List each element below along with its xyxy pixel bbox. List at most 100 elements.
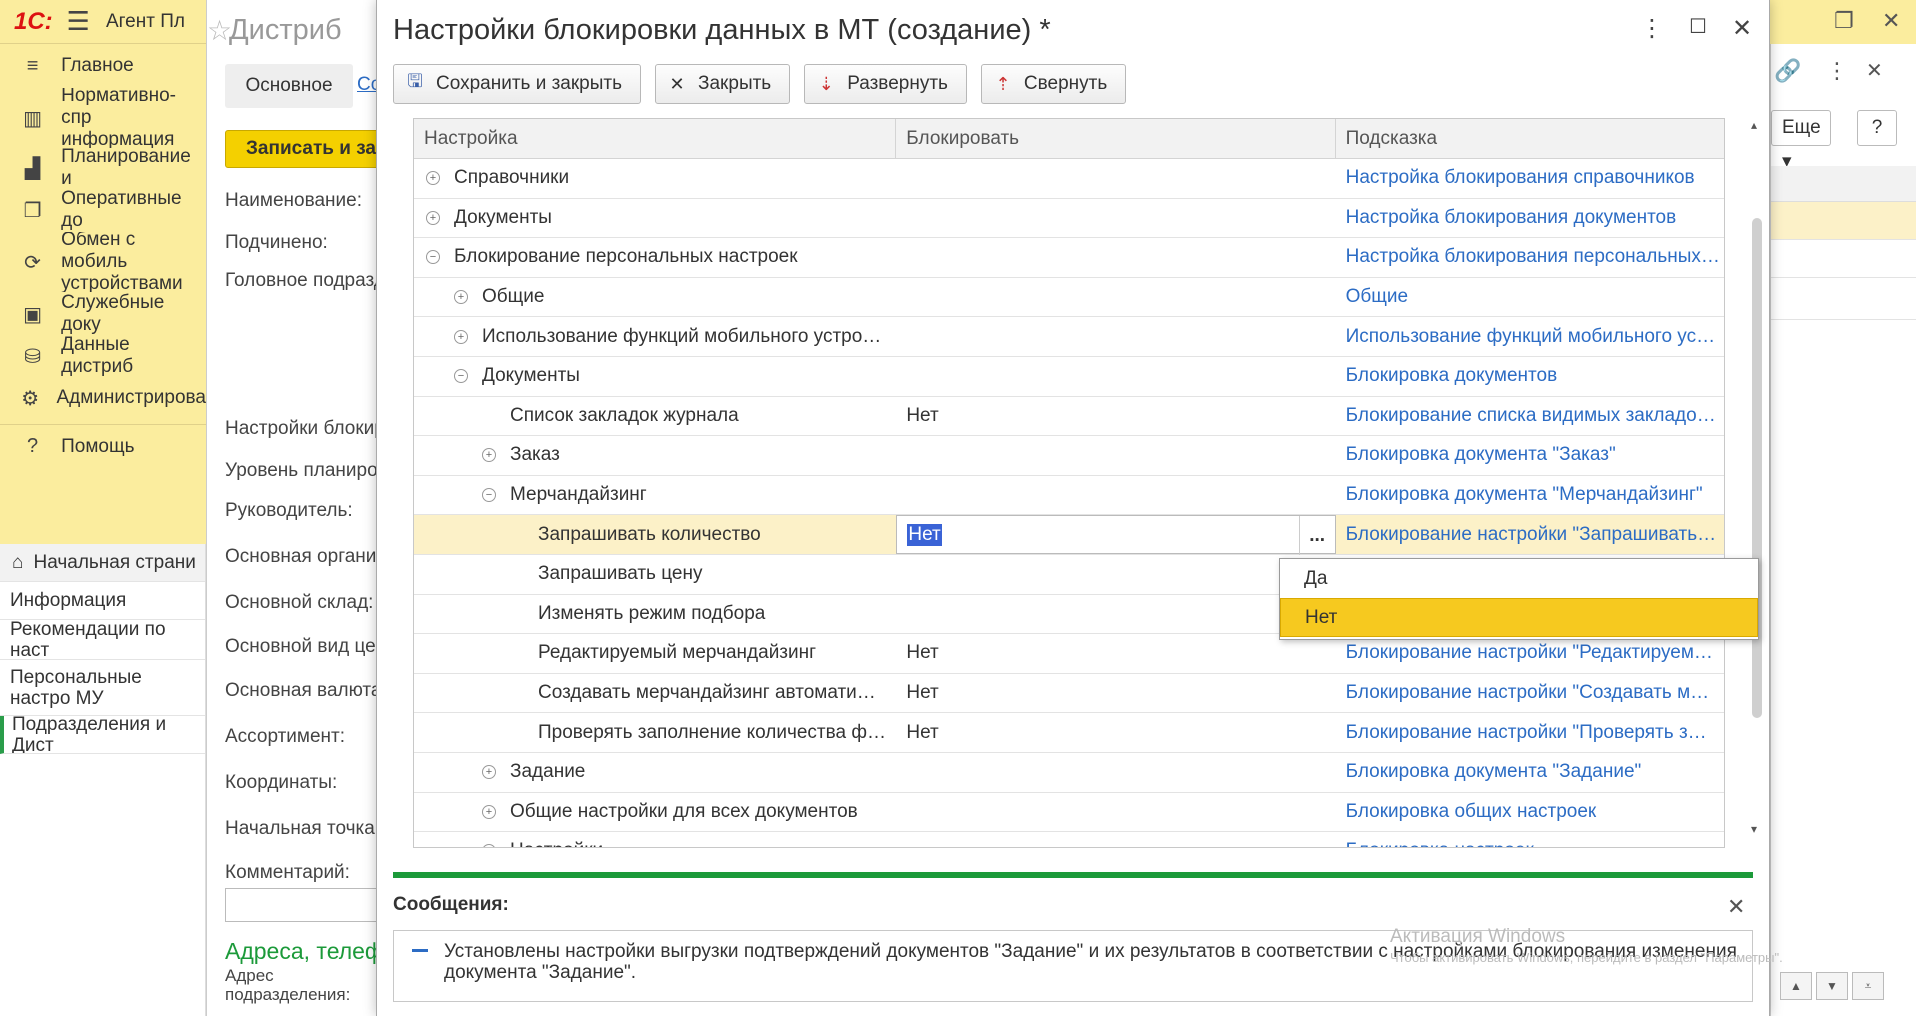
- maximize-icon[interactable]: ☐: [1683, 14, 1713, 39]
- tree-row[interactable]: + Справочники Настройка блокирования справ…: [414, 159, 1724, 199]
- collapse-button[interactable]: ⇡ Свернуть: [980, 64, 1127, 104]
- hint-link[interactable]: Настройка блокирования справочников: [1336, 159, 1724, 198]
- tree-row[interactable]: + Заказ Блокировка документа "Заказ": [414, 436, 1724, 476]
- sidebar-item[interactable]: ⟳ Обмен с мобиль устройствами: [0, 232, 206, 292]
- grid-scrollbar[interactable]: ▴ ▾: [1749, 118, 1765, 838]
- tree-row[interactable]: + Документы Настройка блокирования докумен…: [414, 199, 1724, 239]
- help-button[interactable]: ?: [1857, 110, 1897, 146]
- lock-value-cell[interactable]: Нет...: [896, 515, 1336, 556]
- column-header-hint[interactable]: Подсказка: [1336, 119, 1724, 158]
- lock-value-cell[interactable]: [896, 278, 1335, 317]
- lock-value-editor[interactable]: Нет: [907, 523, 942, 546]
- tree-row[interactable]: Список закладок журнала Нет Блокирование с…: [414, 397, 1724, 437]
- scroll-end-icon[interactable]: ⩡: [1852, 972, 1884, 1000]
- select-value-button[interactable]: ...: [1298, 516, 1335, 556]
- tree-row[interactable]: + Общие Общие: [414, 278, 1724, 318]
- comment-input[interactable]: [225, 888, 376, 922]
- hint-link[interactable]: Блокировка документов: [1336, 357, 1724, 396]
- tree-row[interactable]: + Использование функций мобильного устро……: [414, 317, 1724, 357]
- column-header-lock[interactable]: Блокировать: [896, 119, 1336, 158]
- expand-node-icon[interactable]: +: [482, 765, 496, 780]
- tree-row[interactable]: Запрашивать количество Нет... Блокирование…: [414, 515, 1724, 556]
- tree-row[interactable]: Редактируемый мерчандайзинг Нет Блокирован…: [414, 634, 1724, 674]
- right-list-row[interactable]: [1771, 240, 1916, 278]
- hint-link[interactable]: Блокировка настроек: [1336, 832, 1724, 847]
- tree-row[interactable]: − Блокирование персональных настроек Настр…: [414, 238, 1724, 278]
- dropdown-option[interactable]: Нет: [1280, 598, 1758, 637]
- tree-row[interactable]: + Настройки Блокировка настроек: [414, 832, 1724, 847]
- column-header-setting[interactable]: Настройка: [414, 119, 897, 158]
- expand-node-icon[interactable]: +: [426, 171, 440, 186]
- sidebar-item[interactable]: ≡ Главное: [0, 44, 206, 88]
- hint-link[interactable]: Блокировка документа "Мерчандайзинг": [1336, 476, 1724, 515]
- nav-item[interactable]: Персональные настро МУ: [0, 660, 205, 716]
- tab-second[interactable]: Со: [357, 74, 376, 96]
- lock-value-cell[interactable]: [896, 793, 1335, 832]
- tree-row[interactable]: − Документы Блокировка документов: [414, 357, 1724, 397]
- scroll-up-icon[interactable]: ▲: [1780, 972, 1812, 1000]
- nav-home-page[interactable]: ⌂ Начальная страни: [0, 544, 205, 582]
- close-messages-icon[interactable]: ✕: [1727, 894, 1745, 920]
- hint-link[interactable]: Настройка блокирования персональных…: [1336, 238, 1724, 277]
- tab-main[interactable]: Основное: [225, 64, 353, 108]
- nav-item[interactable]: Информация: [0, 582, 205, 620]
- lock-value-cell[interactable]: [896, 199, 1335, 238]
- tree-row[interactable]: + Общие настройки для всех документов Блок…: [414, 793, 1724, 833]
- sidebar-item[interactable]: ▟ Планирование и: [0, 148, 206, 188]
- lock-value-cell[interactable]: [896, 595, 1335, 634]
- tree-row[interactable]: Создавать мерчандайзинг автомати… Нет Блок…: [414, 674, 1724, 714]
- expand-node-icon[interactable]: +: [482, 448, 496, 463]
- sidebar-item[interactable]: ❐ Оперативные до: [0, 188, 206, 232]
- scroll-up-arrow-icon[interactable]: ▴: [1751, 118, 1757, 132]
- lock-value-cell[interactable]: Нет: [896, 397, 1335, 436]
- hint-link[interactable]: Блокировка документа "Задание": [1336, 753, 1724, 792]
- tree-row[interactable]: − Мерчандайзинг Блокировка документа "Мерч…: [414, 476, 1724, 516]
- hint-link[interactable]: Блокирование настройки "Создавать м…: [1336, 674, 1724, 713]
- lock-value-cell[interactable]: [896, 555, 1335, 594]
- right-list-selected-row[interactable]: [1771, 202, 1916, 240]
- expand-node-icon[interactable]: +: [454, 329, 468, 344]
- expand-node-icon[interactable]: +: [426, 210, 440, 225]
- sidebar-item[interactable]: ⚙ Администрирова: [0, 376, 206, 420]
- hint-link[interactable]: Блокировка документа "Заказ": [1336, 436, 1724, 475]
- more-vertical-icon[interactable]: ⋮: [1637, 14, 1667, 43]
- close-button[interactable]: ✕ Закрыть: [655, 64, 791, 104]
- hint-link[interactable]: Блокирование списка видимых закладо…: [1336, 397, 1724, 436]
- restore-window-icon[interactable]: ❐: [1834, 8, 1854, 34]
- scroll-thumb[interactable]: [1752, 218, 1762, 718]
- expand-node-icon[interactable]: +: [482, 844, 496, 847]
- lock-value-cell[interactable]: Нет: [896, 674, 1335, 713]
- sidebar-item[interactable]: ▥ Нормативно-спр информация: [0, 88, 206, 148]
- expand-button[interactable]: ⇣ Развернуть: [804, 64, 967, 104]
- lock-value-cell[interactable]: Нет: [896, 634, 1335, 673]
- lock-value-cell[interactable]: Нет: [896, 713, 1335, 752]
- sidebar-item[interactable]: ▣ Служебные доку: [0, 292, 206, 336]
- collapse-node-icon[interactable]: −: [482, 488, 496, 503]
- nav-item[interactable]: Подразделения и Дист: [0, 716, 205, 754]
- lock-value-cell[interactable]: [896, 436, 1335, 475]
- write-and-close-button[interactable]: Записать и за: [225, 130, 376, 168]
- close-form-icon[interactable]: ✕: [1866, 58, 1883, 83]
- scroll-down-icon[interactable]: ▼: [1816, 972, 1848, 1000]
- scroll-down-arrow-icon[interactable]: ▾: [1751, 822, 1757, 836]
- sidebar-item[interactable]: ⛁ Данные дистриб: [0, 336, 206, 376]
- lock-value-cell[interactable]: [896, 357, 1335, 396]
- hint-link[interactable]: Использование функций мобильного ус…: [1336, 317, 1724, 356]
- hint-link[interactable]: Блокирование настройки "Проверять з…: [1336, 713, 1724, 752]
- tree-row[interactable]: Проверять заполнение количества ф… Нет Бло…: [414, 713, 1724, 753]
- hint-link[interactable]: Общие: [1336, 278, 1724, 317]
- close-icon[interactable]: ✕: [1727, 14, 1757, 43]
- more-vertical-icon[interactable]: ⋮: [1826, 58, 1848, 84]
- more-button[interactable]: Еще ▾: [1771, 110, 1831, 172]
- hamburger-menu-icon[interactable]: ☰: [67, 6, 90, 37]
- lock-value-cell[interactable]: [896, 476, 1335, 515]
- right-list-row[interactable]: [1771, 278, 1916, 320]
- sidebar-item[interactable]: ? Помощь: [0, 424, 206, 468]
- expand-node-icon[interactable]: +: [454, 290, 468, 305]
- hint-link[interactable]: Блокирование настройки "Запрашивать…: [1336, 515, 1724, 554]
- collapse-node-icon[interactable]: −: [426, 250, 440, 265]
- link-icon[interactable]: 🔗: [1774, 58, 1801, 84]
- collapse-node-icon[interactable]: −: [454, 369, 468, 384]
- lock-value-cell[interactable]: [896, 753, 1335, 792]
- lock-value-cell[interactable]: [896, 159, 1335, 198]
